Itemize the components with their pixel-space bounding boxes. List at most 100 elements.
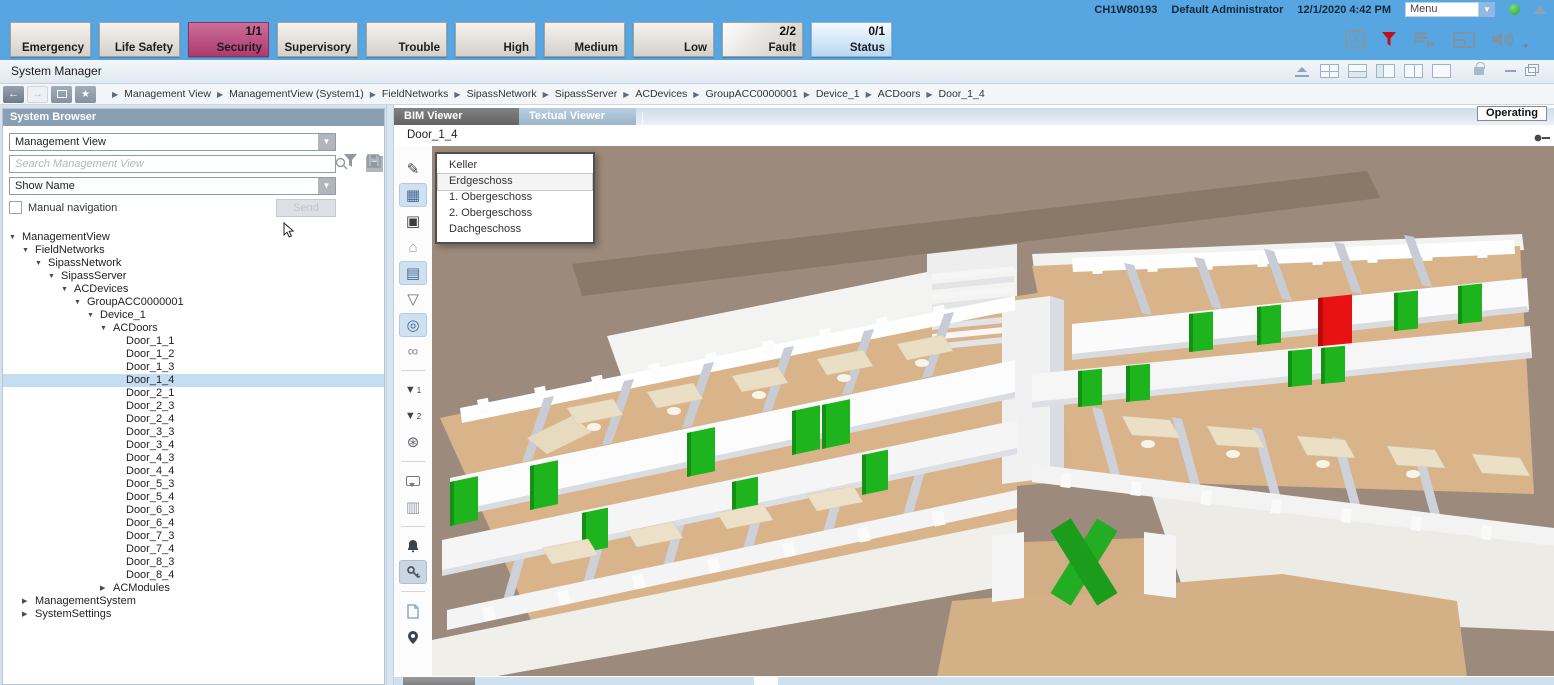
bim-3d-scene[interactable]	[432, 146, 1554, 676]
forward-button[interactable]: →	[27, 86, 48, 103]
tree-node[interactable]: Door_8_3	[3, 556, 384, 569]
target-circle-icon[interactable]: ◎	[400, 314, 426, 336]
tree-node[interactable]: Door_2_1	[3, 387, 384, 400]
chevron-down-icon[interactable]: ▼	[318, 134, 335, 150]
lock-icon[interactable]	[1474, 67, 1484, 75]
tree-node[interactable]: Door_5_3	[3, 478, 384, 491]
floor-menu-item[interactable]: 2. Obergeschoss	[438, 206, 592, 222]
panel-splitter[interactable]	[386, 105, 394, 685]
display-mode-selector[interactable]: Show Name ▼	[9, 177, 336, 195]
alarm-button[interactable]: Emergency	[10, 22, 91, 57]
menu-dropdown[interactable]: Menu ▼	[1405, 2, 1495, 17]
tree-node[interactable]: Door_7_3	[3, 530, 384, 543]
alarm-button[interactable]: 1/1 Security	[188, 22, 269, 57]
tree-node[interactable]: ▶ SystemSettings	[3, 608, 384, 621]
floor-menu-item[interactable]: Keller	[438, 158, 592, 174]
tree-expander-icon[interactable]: ▶	[22, 608, 35, 621]
linked-circles-icon[interactable]: ∞	[400, 340, 426, 362]
tree-expander-icon[interactable]: ▼	[22, 244, 35, 257]
floorplan-grid-icon[interactable]: ▦	[400, 184, 426, 206]
breadcrumb-item[interactable]: FieldNetworks	[382, 88, 449, 100]
floor-menu-item[interactable]: 1. Obergeschoss	[438, 190, 592, 206]
tree-node[interactable]: ▼ ACDevices	[3, 283, 384, 296]
tree-expander-icon[interactable]: ▼	[74, 296, 87, 309]
comment-bubble-icon[interactable]	[400, 470, 426, 492]
menu-dropdown-value[interactable]: Menu	[1405, 2, 1479, 17]
tree-node[interactable]: ▼ Device_1	[3, 309, 384, 322]
alarm-button[interactable]: Supervisory	[277, 22, 358, 57]
breadcrumb-item[interactable]: GroupACC0000001	[705, 88, 797, 100]
chevron-down-icon[interactable]: ▼	[318, 178, 335, 194]
alarm-bell-icon[interactable]	[400, 535, 426, 557]
tree-expander-icon[interactable]: ▼	[35, 257, 48, 270]
filter-icon[interactable]	[343, 154, 358, 171]
tree-expander-icon[interactable]: ▼	[61, 283, 74, 296]
pen-icon[interactable]: ✎	[400, 158, 426, 180]
tree-node[interactable]: ▼ ACDoors	[3, 322, 384, 335]
breadcrumb-item[interactable]: SipassNetwork	[467, 88, 537, 100]
tree-node[interactable]: ▼ FieldNetworks	[3, 244, 384, 257]
tree-node[interactable]: ▼ SipassNetwork	[3, 257, 384, 270]
tree-expander-icon[interactable]: ▼	[100, 322, 113, 335]
send-button[interactable]: Send	[276, 199, 336, 217]
breadcrumb-item[interactable]: ACDoors	[878, 88, 921, 100]
tree-node[interactable]: Door_2_4	[3, 413, 384, 426]
tree-expander-icon[interactable]: ▶	[22, 595, 35, 608]
alarm-button[interactable]: Life Safety	[99, 22, 180, 57]
event-list-icon[interactable]	[1413, 31, 1437, 48]
layout-blank-icon[interactable]	[1432, 64, 1451, 78]
tree-node[interactable]: ▼ ManagementView	[3, 231, 384, 244]
tree-expander-icon[interactable]: ▼	[9, 231, 22, 244]
tree-node[interactable]: Door_8_4	[3, 569, 384, 582]
tree-expander-icon[interactable]: ▼	[87, 309, 100, 322]
badge-reader-icon[interactable]	[1345, 30, 1365, 49]
breadcrumb-item[interactable]: Device_1	[816, 88, 860, 100]
location-pin-icon[interactable]	[400, 626, 426, 648]
key-icon[interactable]	[400, 561, 426, 583]
collapse-panel-icon[interactable]	[1295, 65, 1311, 77]
favorite-button[interactable]: ★	[75, 86, 96, 103]
more-chevron-icon[interactable]: ▾	[1523, 41, 1528, 52]
sound-icon[interactable]	[1491, 30, 1515, 49]
search-input[interactable]	[9, 155, 336, 173]
alarm-button[interactable]: 0/1 Status	[811, 22, 892, 57]
tree-node[interactable]: Door_3_4	[3, 439, 384, 452]
tree-node[interactable]: Door_1_1	[3, 335, 384, 348]
tree-expander-icon[interactable]: ▼	[48, 270, 61, 283]
breadcrumb-item[interactable]: Door_1_4	[939, 88, 985, 100]
tree-node[interactable]: ▶ ManagementSystem	[3, 595, 384, 608]
filter-2-icon[interactable]: ▼2	[400, 405, 426, 427]
floor-menu-item[interactable]: Erdgeschoss	[438, 174, 592, 190]
cone-view-icon[interactable]: ▽	[400, 288, 426, 310]
zones-icon[interactable]: ⊛	[400, 431, 426, 453]
tree-node[interactable]: Door_4_4	[3, 465, 384, 478]
operating-mode-button[interactable]: Operating	[1477, 106, 1547, 121]
minimize-icon[interactable]	[1505, 70, 1516, 72]
back-button[interactable]: ←	[3, 86, 24, 103]
tree-node[interactable]: Door_1_2	[3, 348, 384, 361]
layout-left-icon[interactable]	[1376, 64, 1395, 78]
bottom-tab[interactable]	[403, 677, 475, 685]
breadcrumb-item[interactable]: ACDevices	[635, 88, 687, 100]
home-icon[interactable]: ⌂	[400, 236, 426, 258]
tree-node[interactable]: Door_6_3	[3, 504, 384, 517]
document-list-icon[interactable]: ▤	[400, 262, 426, 284]
document-pdf-icon[interactable]	[400, 600, 426, 622]
alarm-button[interactable]: Low	[633, 22, 714, 57]
layout-bottom-icon[interactable]	[1348, 64, 1367, 78]
chevron-down-icon[interactable]: ▼	[1479, 2, 1495, 17]
filter-1-icon[interactable]: ▼1	[400, 379, 426, 401]
filter-icon[interactable]	[1381, 32, 1397, 47]
viewer-tab[interactable]: Textual Viewer	[519, 108, 636, 125]
viewer-tab[interactable]: BIM Viewer	[394, 108, 519, 125]
tree-node[interactable]: Door_1_3	[3, 361, 384, 374]
tree-expander-icon[interactable]: ▶	[100, 582, 113, 595]
collapse-up-icon[interactable]	[1534, 5, 1546, 14]
tree-node[interactable]: Door_2_3	[3, 400, 384, 413]
grid-layout-icon[interactable]	[1320, 64, 1339, 78]
tree-node[interactable]: Door_1_4	[3, 374, 384, 387]
floor-menu-item[interactable]: Dachgeschoss	[438, 222, 592, 238]
save-icon[interactable]	[367, 154, 381, 171]
monitor-icon[interactable]: ▣	[400, 210, 426, 232]
manual-navigation-checkbox[interactable]	[9, 201, 22, 214]
